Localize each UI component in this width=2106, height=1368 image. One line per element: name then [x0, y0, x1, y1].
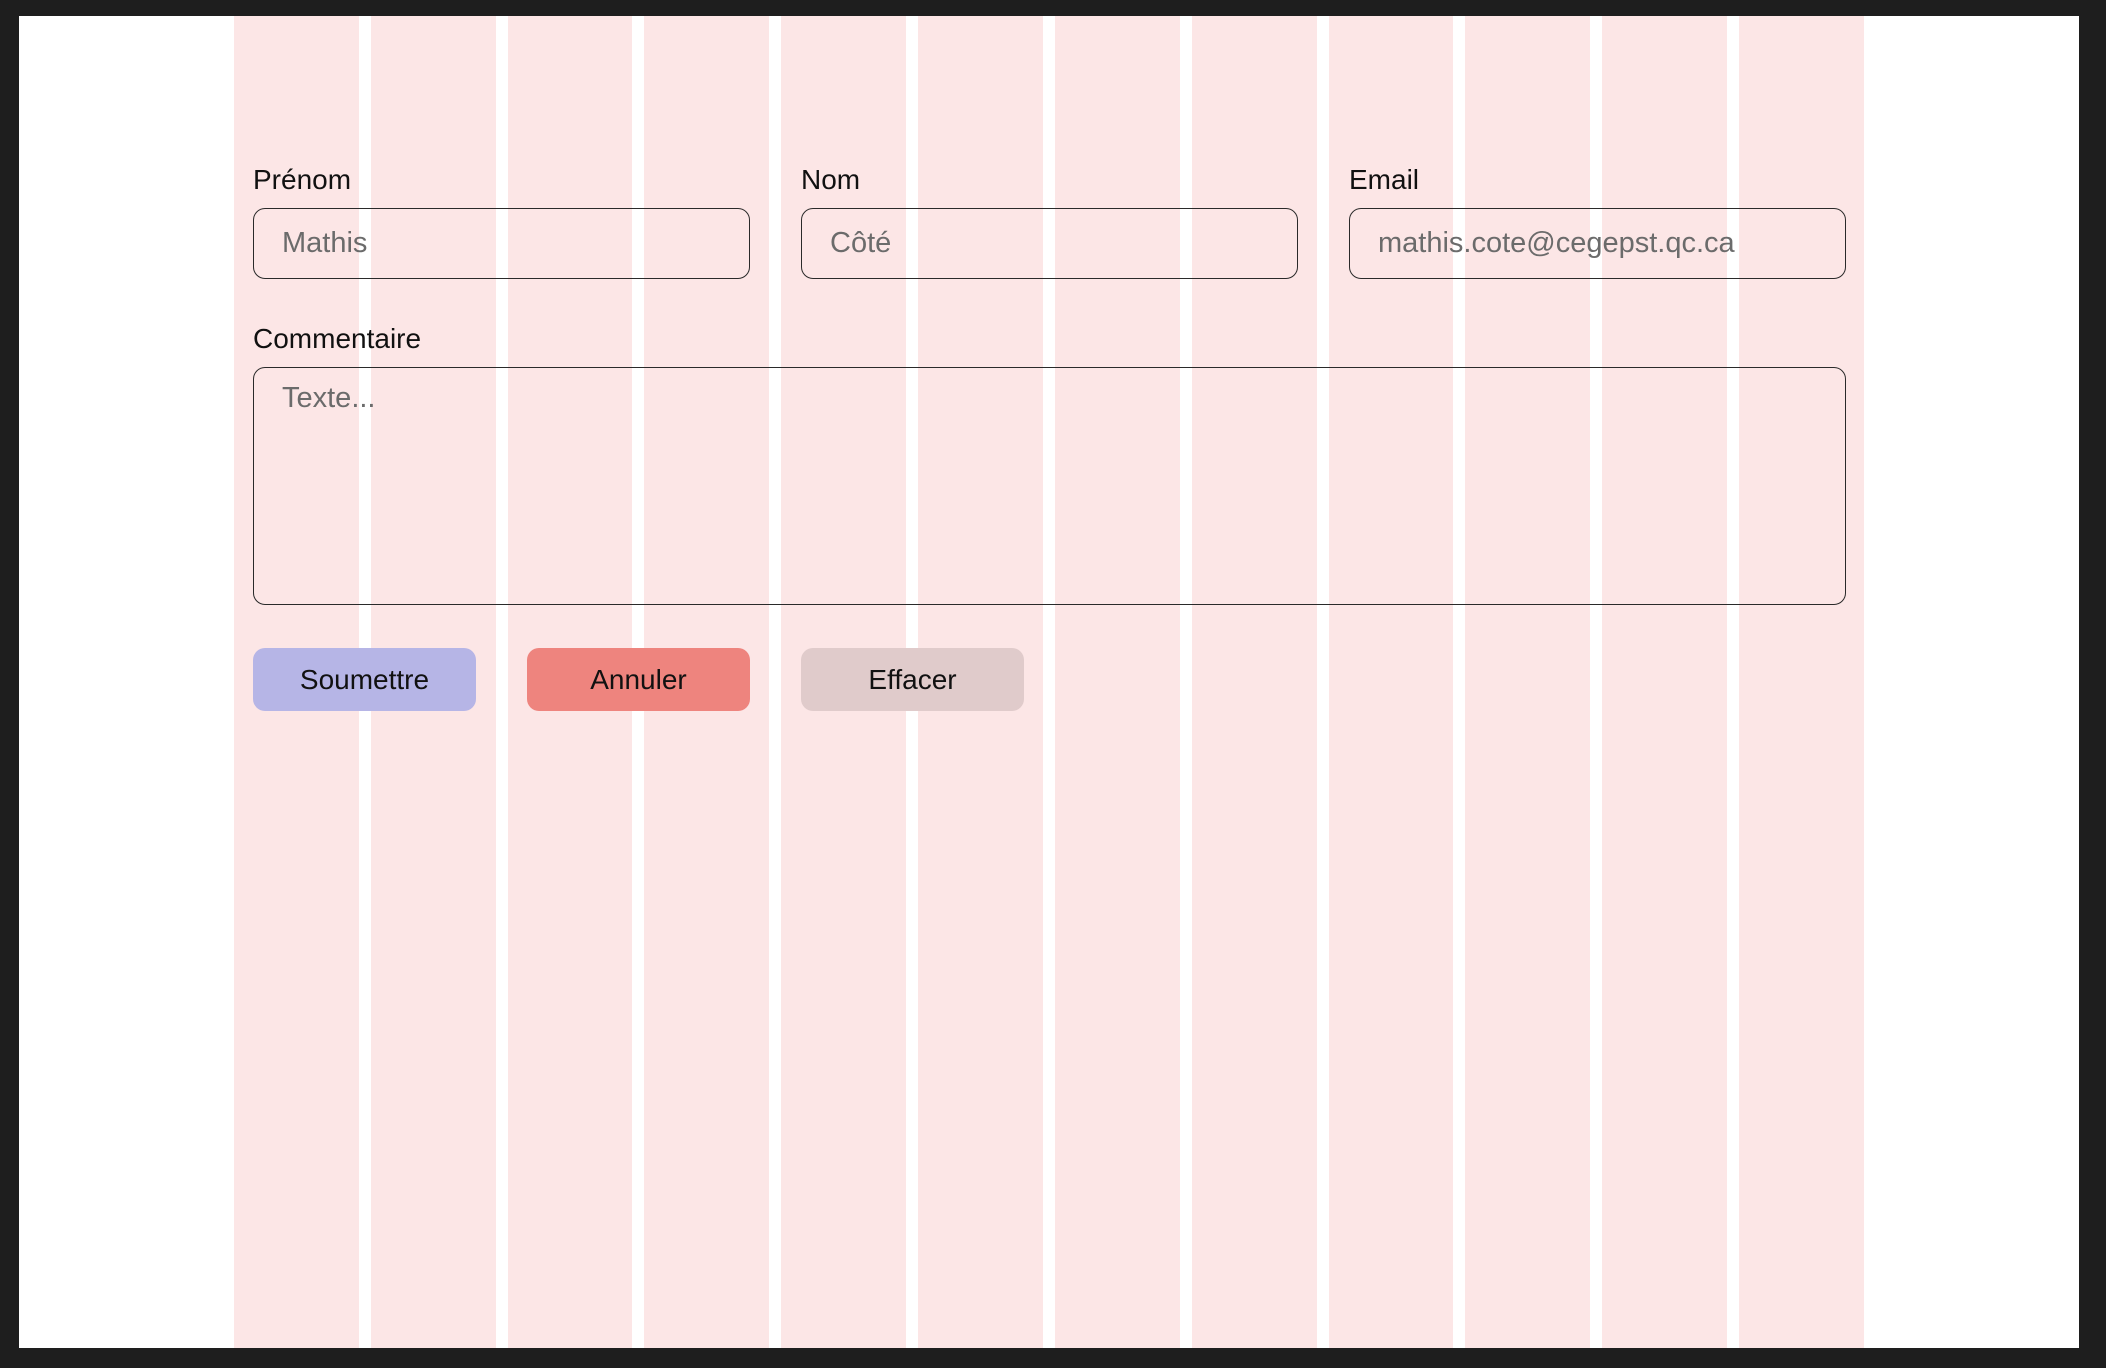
first-name-placeholder: Mathis: [282, 227, 368, 259]
first-name-label: Prénom: [253, 164, 352, 195]
cancel-button[interactable]: Annuler: [527, 648, 750, 711]
first-name-input[interactable]: Mathis: [253, 208, 750, 279]
canvas-frame: Prénom Mathis Nom Côté Email mathis.cote…: [19, 16, 2079, 1348]
email-field-group: Email mathis.cote@cegepst.qc.ca: [1349, 162, 1846, 279]
email-label: Email: [1349, 164, 1420, 195]
email-input[interactable]: mathis.cote@cegepst.qc.ca: [1349, 208, 1846, 279]
first-name-field-group: Prénom Mathis: [253, 162, 750, 279]
last-name-placeholder: Côté: [830, 227, 892, 259]
name-email-row: Prénom Mathis Nom Côté Email mathis.cote…: [253, 162, 1846, 279]
comment-label: Commentaire: [253, 323, 422, 354]
email-placeholder: mathis.cote@cegepst.qc.ca: [1378, 227, 1735, 259]
comment-placeholder: Texte...: [282, 382, 376, 414]
submit-button[interactable]: Soumettre: [253, 648, 476, 711]
clear-button[interactable]: Effacer: [801, 648, 1024, 711]
last-name-field-group: Nom Côté: [801, 162, 1298, 279]
comment-textarea[interactable]: Texte...: [253, 367, 1846, 605]
last-name-label: Nom: [801, 164, 861, 195]
comment-field-group: Commentaire Texte...: [253, 321, 1846, 605]
form-actions: Soumettre Annuler Effacer: [253, 648, 1024, 711]
last-name-input[interactable]: Côté: [801, 208, 1298, 279]
